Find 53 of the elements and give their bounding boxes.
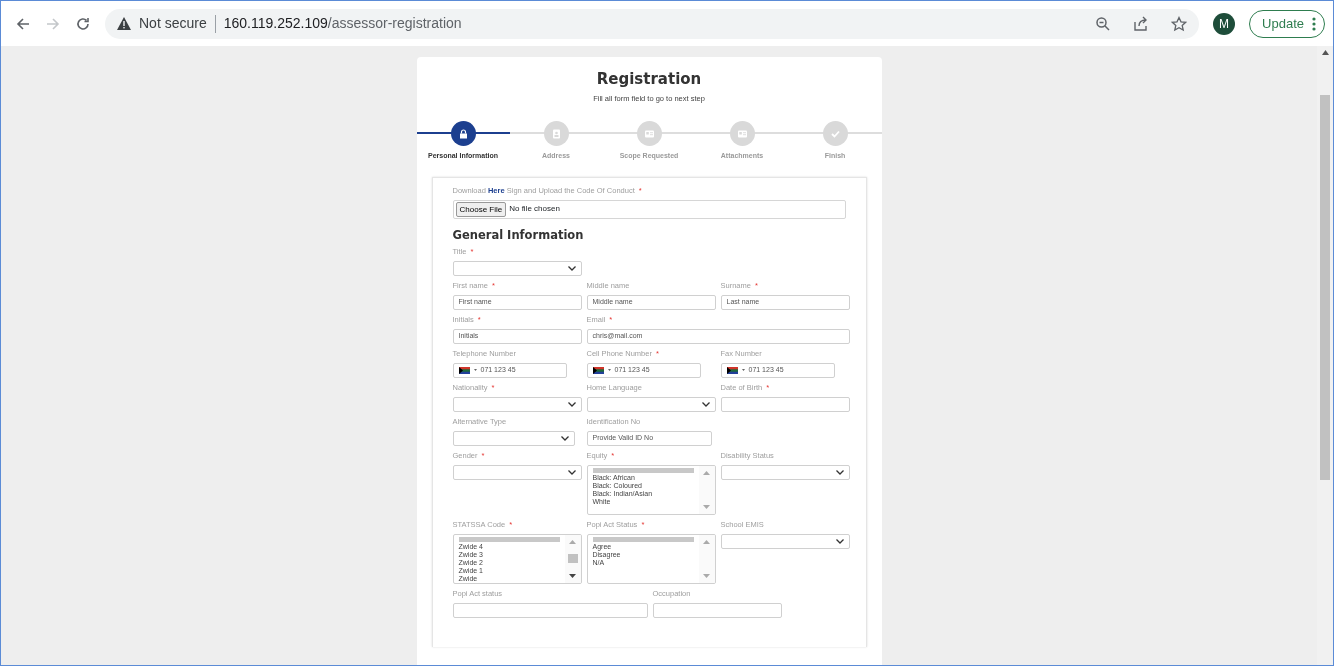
reload-button[interactable]: [75, 15, 91, 32]
flag-icon: [592, 366, 604, 374]
scrollbar-thumb[interactable]: [567, 554, 578, 564]
kebab-icon: [1312, 16, 1316, 31]
scroll-down-icon[interactable]: [569, 573, 576, 578]
caret-icon: [607, 369, 611, 372]
address-bar[interactable]: Not secure 160.119.252.109/assessor-registration: [105, 8, 1200, 39]
flag-icon: [726, 366, 738, 374]
file-input[interactable]: Choose File No file chosen: [452, 199, 846, 219]
scroll-up-icon[interactable]: [1321, 50, 1329, 55]
profile-avatar[interactable]: M: [1213, 12, 1236, 35]
select-field[interactable]: [452, 430, 575, 446]
select-field[interactable]: [586, 396, 716, 412]
chevron-down-icon: [567, 469, 576, 475]
caret-icon: [741, 369, 745, 372]
select-field[interactable]: [452, 396, 582, 412]
input-field[interactable]: [452, 602, 648, 618]
section-title: General Information: [452, 227, 585, 242]
update-button[interactable]: Update: [1249, 9, 1325, 38]
warning-icon: [117, 17, 131, 30]
check-icon: [830, 128, 840, 139]
chevron-down-icon: [701, 401, 710, 407]
person-icon: [551, 128, 561, 139]
chevron-down-icon: [567, 265, 576, 271]
security-label: Not secure: [139, 14, 207, 33]
chevron-down-icon: [835, 469, 844, 475]
lock-icon: [458, 128, 468, 139]
flag-icon: [458, 366, 470, 374]
choose-file-button[interactable]: Choose File: [455, 201, 507, 217]
back-button[interactable]: [15, 15, 31, 32]
select-field[interactable]: [452, 260, 582, 276]
input-field[interactable]: [720, 396, 850, 412]
url-text: 160.119.252.109/assessor-registration: [223, 14, 462, 33]
caret-icon: [473, 369, 477, 372]
zoom-icon[interactable]: [1095, 15, 1112, 32]
chevron-down-icon: [567, 401, 576, 407]
file-status: No file chosen: [509, 203, 560, 216]
selected-option[interactable]: [458, 536, 560, 542]
step-circle[interactable]: [450, 121, 476, 147]
selected-option[interactable]: [592, 536, 694, 542]
form-title: Registration: [595, 69, 703, 89]
chevron-down-icon: [560, 435, 569, 441]
id-card-icon: [737, 128, 747, 139]
select-field[interactable]: [720, 533, 850, 549]
select-field[interactable]: [452, 464, 582, 480]
input-field[interactable]: [652, 602, 782, 618]
chevron-down-icon: [835, 538, 844, 544]
scrollbar-thumb[interactable]: [1320, 95, 1330, 480]
share-icon[interactable]: [1133, 15, 1150, 32]
select-field[interactable]: [720, 464, 850, 480]
star-icon[interactable]: [1171, 15, 1188, 32]
selected-option[interactable]: [592, 467, 694, 473]
id-card-icon: [644, 128, 654, 139]
